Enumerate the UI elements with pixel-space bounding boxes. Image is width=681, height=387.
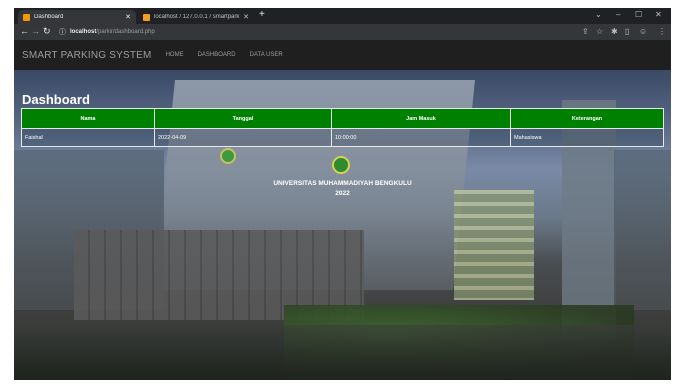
close-tab-icon[interactable]: ✕ [243, 13, 249, 21]
url-path: /parkir/dashboard.php [96, 29, 155, 35]
reload-icon[interactable]: ↻ [43, 26, 51, 37]
column-header-jam-masuk: Jam Masuk [331, 108, 511, 129]
university-logo-icon [332, 156, 350, 174]
tab-title: Dashboard [34, 14, 64, 20]
maximize-icon[interactable]: ☐ [635, 10, 642, 19]
extensions-icon[interactable]: ✱ [611, 27, 618, 36]
page-title: Dashboard [22, 92, 90, 107]
menu-icon[interactable]: ⋮ [658, 27, 666, 36]
nav-home[interactable]: HOME [166, 52, 184, 58]
close-window-icon[interactable]: ✕ [655, 10, 662, 19]
minimize-icon[interactable]: – [616, 10, 620, 19]
tab-strip: Dashboard ✕ localhost / 127.0.0.1 / smar… [14, 8, 671, 24]
address-bar[interactable]: ⓘ localhost /parkir/dashboard.php [59, 26, 579, 38]
close-tab-icon[interactable]: ✕ [125, 13, 131, 21]
university-name: UNIVERSITAS MUHAMMADIYAH BENGKULU [273, 180, 412, 187]
profile-avatar-icon[interactable]: ☺ [639, 27, 647, 36]
caption-year: 2022 [335, 190, 350, 197]
browser-window: Dashboard ✕ localhost / 127.0.0.1 / smar… [14, 8, 671, 380]
toolbar: ← → ↻ ⓘ localhost /parkir/dashboard.php … [14, 24, 671, 40]
tab-search-chevron-icon[interactable]: ⌄ [595, 10, 602, 19]
back-icon[interactable]: ← [20, 26, 29, 36]
tab-dashboard[interactable]: Dashboard ✕ [18, 10, 136, 24]
site-navbar: SMART PARKING SYSTEM HOME DASHBOARD DATA… [14, 40, 671, 70]
parking-table: Nama Tanggal Jam Masuk Keterangan Faisha… [21, 108, 664, 147]
url-host: localhost [70, 29, 97, 35]
background-right-wing [614, 150, 671, 310]
column-header-nama: Nama [21, 108, 155, 129]
dashboard-content: Dashboard Nama Tanggal Jam Masuk Keteran… [14, 70, 671, 380]
cell-tanggal: 2022-04-09 [154, 128, 332, 147]
cell-nama: Faishal [21, 128, 155, 147]
nav-data-user[interactable]: DATA USER [250, 52, 283, 58]
tab-phpmyadmin[interactable]: localhost / 127.0.0.1 / smartpark ✕ [138, 10, 254, 24]
background-balconies [454, 190, 534, 300]
nav-dashboard[interactable]: DASHBOARD [198, 52, 236, 58]
cell-keterangan: Mahasiswa [510, 128, 664, 147]
tab-title: localhost / 127.0.0.1 / smartpark [154, 14, 240, 20]
new-tab-icon[interactable]: + [259, 9, 265, 20]
bookmark-star-icon[interactable]: ☆ [596, 27, 603, 36]
site-brand[interactable]: SMART PARKING SYSTEM [22, 50, 152, 61]
campus-emblem-icon [220, 148, 236, 164]
site-info-icon[interactable]: ⓘ [59, 27, 66, 37]
background-ground [14, 325, 671, 380]
table-row: Faishal 2022-04-09 10:00:00 Mahasiswa [21, 128, 664, 147]
site-favicon-icon [23, 13, 30, 21]
table-header-row: Nama Tanggal Jam Masuk Keterangan [21, 108, 664, 129]
phpmyadmin-favicon-icon [143, 13, 150, 21]
column-header-tanggal: Tanggal [154, 108, 332, 129]
forward-icon[interactable]: → [31, 26, 40, 36]
column-header-keterangan: Keterangan [510, 108, 664, 129]
cell-jam-masuk: 10:00:00 [331, 128, 511, 147]
share-icon[interactable]: ⇪ [582, 27, 589, 36]
side-panel-icon[interactable]: ▯ [625, 27, 629, 36]
